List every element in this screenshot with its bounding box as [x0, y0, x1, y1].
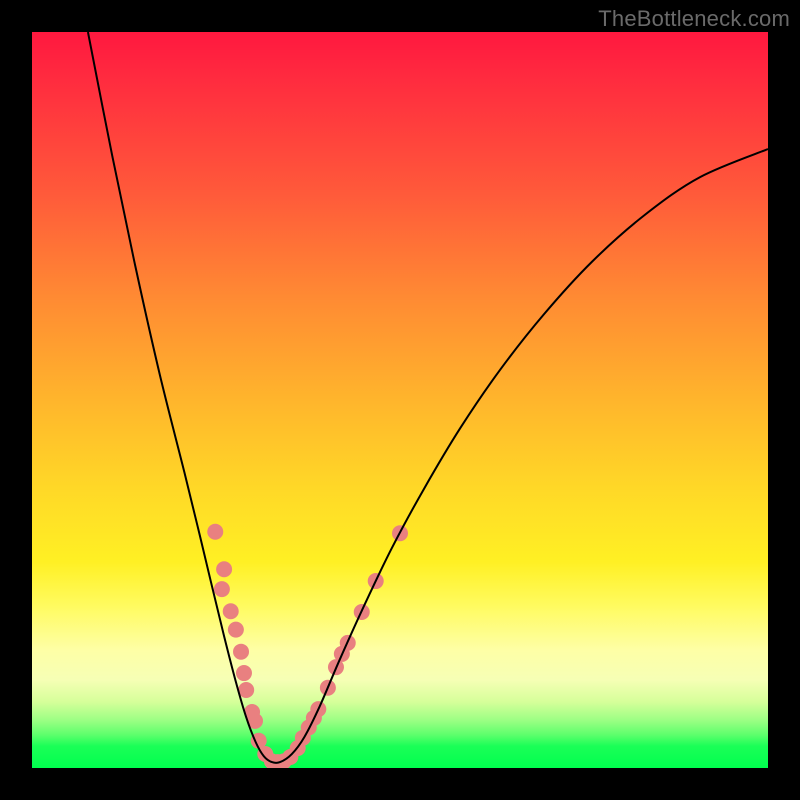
data-marker — [236, 665, 252, 681]
data-marker — [233, 644, 249, 660]
data-marker — [207, 524, 223, 540]
data-marker — [228, 622, 244, 638]
bottleneck-curve — [88, 32, 768, 763]
chart-svg — [32, 32, 768, 768]
data-marker — [216, 561, 232, 577]
data-marker — [223, 603, 239, 619]
watermark-text: TheBottleneck.com — [598, 6, 790, 32]
outer-frame: TheBottleneck.com — [0, 0, 800, 800]
data-marker — [214, 581, 230, 597]
plot-area — [32, 32, 768, 768]
